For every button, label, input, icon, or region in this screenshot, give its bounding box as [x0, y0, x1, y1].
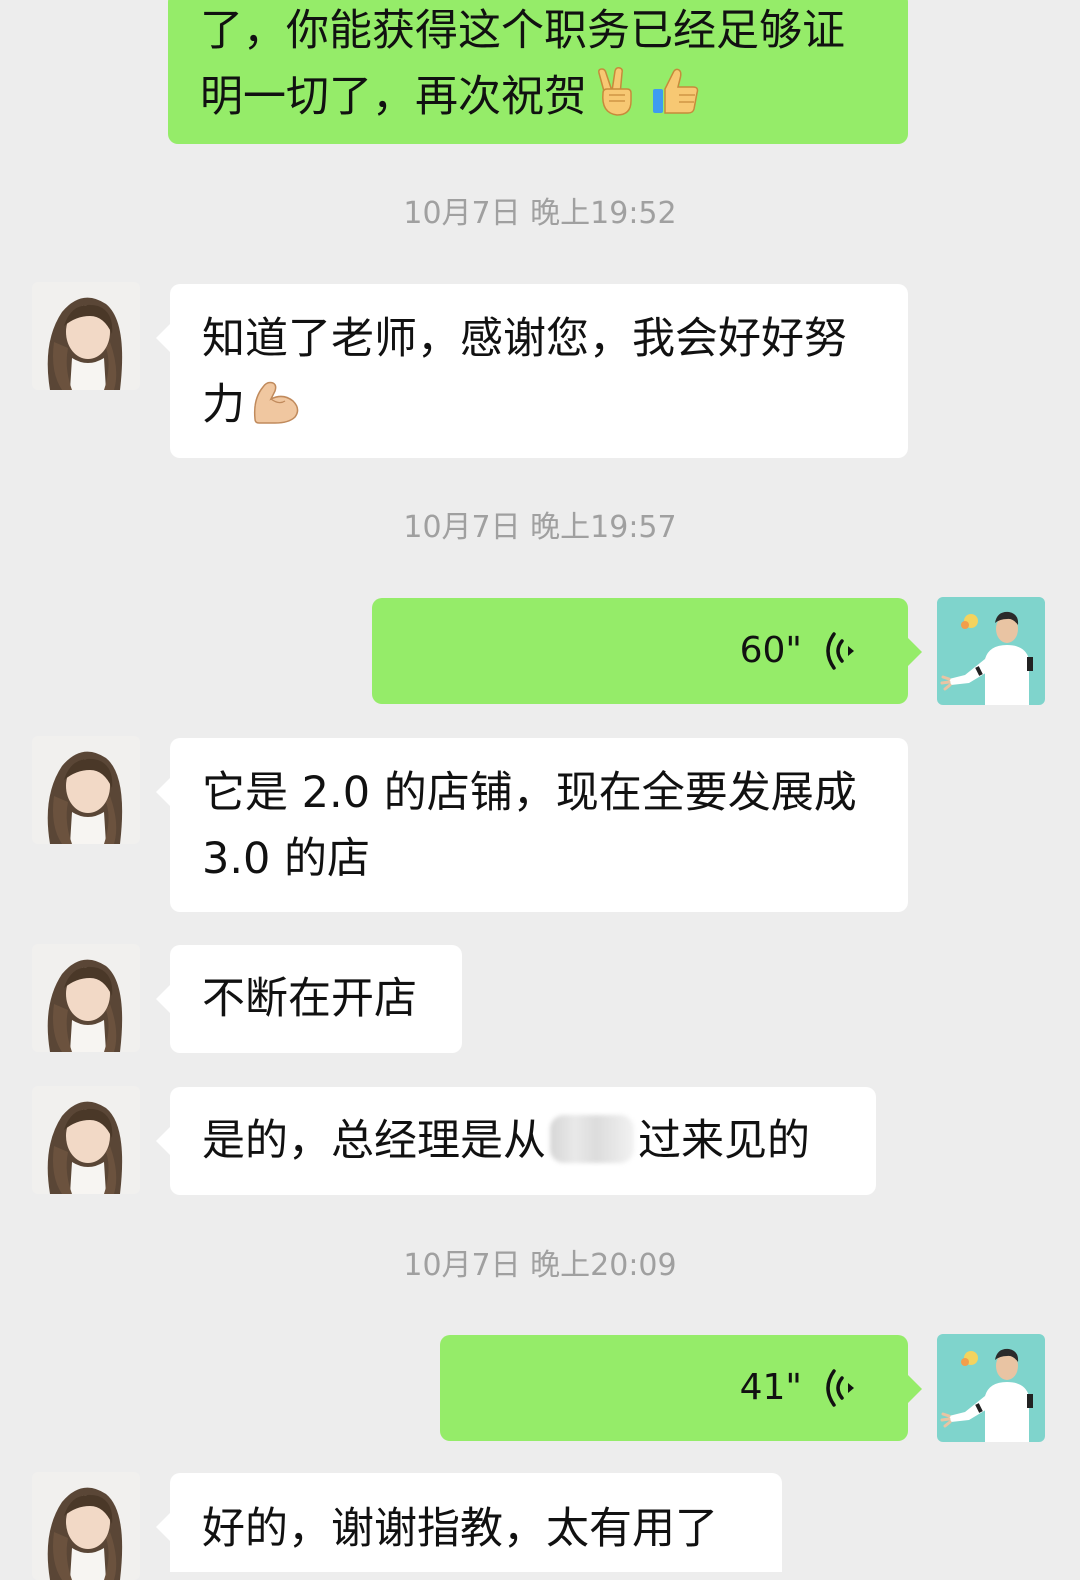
incoming-message-bubble[interactable]: 好的，谢谢指教，太有用了	[156, 1473, 782, 1572]
redacted-blur	[550, 1115, 634, 1163]
flexed-biceps-icon	[249, 373, 303, 427]
chat-window: 了，你能获得这个职务已经足够证 明一切了，再次祝贺 10月7日 晚上19:52	[0, 0, 1080, 1580]
message-text-part: 明一切了，再次祝贺	[200, 72, 587, 122]
outgoing-voice-message[interactable]: 60"	[372, 598, 922, 704]
voice-message-content: 60"	[404, 598, 876, 704]
contact-avatar[interactable]	[32, 1086, 140, 1194]
message-text-line: 力	[202, 372, 876, 438]
timestamp: 10月7日 晚上19:57	[403, 510, 677, 545]
timestamp: 10月7日 晚上19:52	[403, 196, 677, 231]
voice-message-content: 41"	[472, 1335, 876, 1441]
message-text-line: 是的，总经理是从 过来见的	[202, 1108, 844, 1174]
contact-avatar[interactable]	[32, 282, 140, 390]
message-text: 知道了老师，感谢您，我会好好努	[202, 314, 847, 364]
message-text-part: 过来见的	[638, 1116, 810, 1166]
message-text: 不断在开店	[202, 974, 417, 1024]
message-text: 好的，谢谢指教，太有用了	[202, 1504, 718, 1554]
message-text-line: 明一切了，再次祝贺	[200, 64, 876, 130]
voice-duration: 41"	[739, 1367, 802, 1408]
message-text: 3.0 的店	[202, 834, 371, 884]
user-avatar[interactable]	[937, 1334, 1045, 1442]
voice-duration: 60"	[739, 630, 802, 671]
outgoing-message-bubble[interactable]: 了，你能获得这个职务已经足够证 明一切了，再次祝贺	[168, 0, 908, 144]
voice-wave-icon	[824, 1366, 862, 1410]
incoming-message-bubble[interactable]: 它是 2.0 的店铺，现在全要发展成 3.0 的店	[156, 738, 908, 912]
message-text: 它是 2.0 的店铺，现在全要发展成	[202, 768, 857, 818]
message-text-part: 是的，总经理是从	[202, 1116, 546, 1166]
outgoing-voice-message[interactable]: 41"	[440, 1335, 922, 1441]
thumbs-up-icon	[649, 65, 703, 119]
contact-avatar[interactable]	[32, 1472, 140, 1580]
contact-avatar[interactable]	[32, 736, 140, 844]
user-avatar[interactable]	[937, 597, 1045, 705]
incoming-message-bubble[interactable]: 是的，总经理是从 过来见的	[156, 1087, 876, 1195]
voice-wave-icon	[824, 629, 862, 673]
incoming-message-bubble[interactable]: 知道了老师，感谢您，我会好好努 力	[156, 284, 908, 458]
message-text-part: 力	[202, 380, 245, 430]
timestamp: 10月7日 晚上20:09	[403, 1248, 677, 1283]
victory-hand-icon	[591, 65, 645, 119]
contact-avatar[interactable]	[32, 944, 140, 1052]
message-text: 了，你能获得这个职务已经足够证	[200, 6, 845, 56]
incoming-message-bubble[interactable]: 不断在开店	[156, 945, 462, 1053]
